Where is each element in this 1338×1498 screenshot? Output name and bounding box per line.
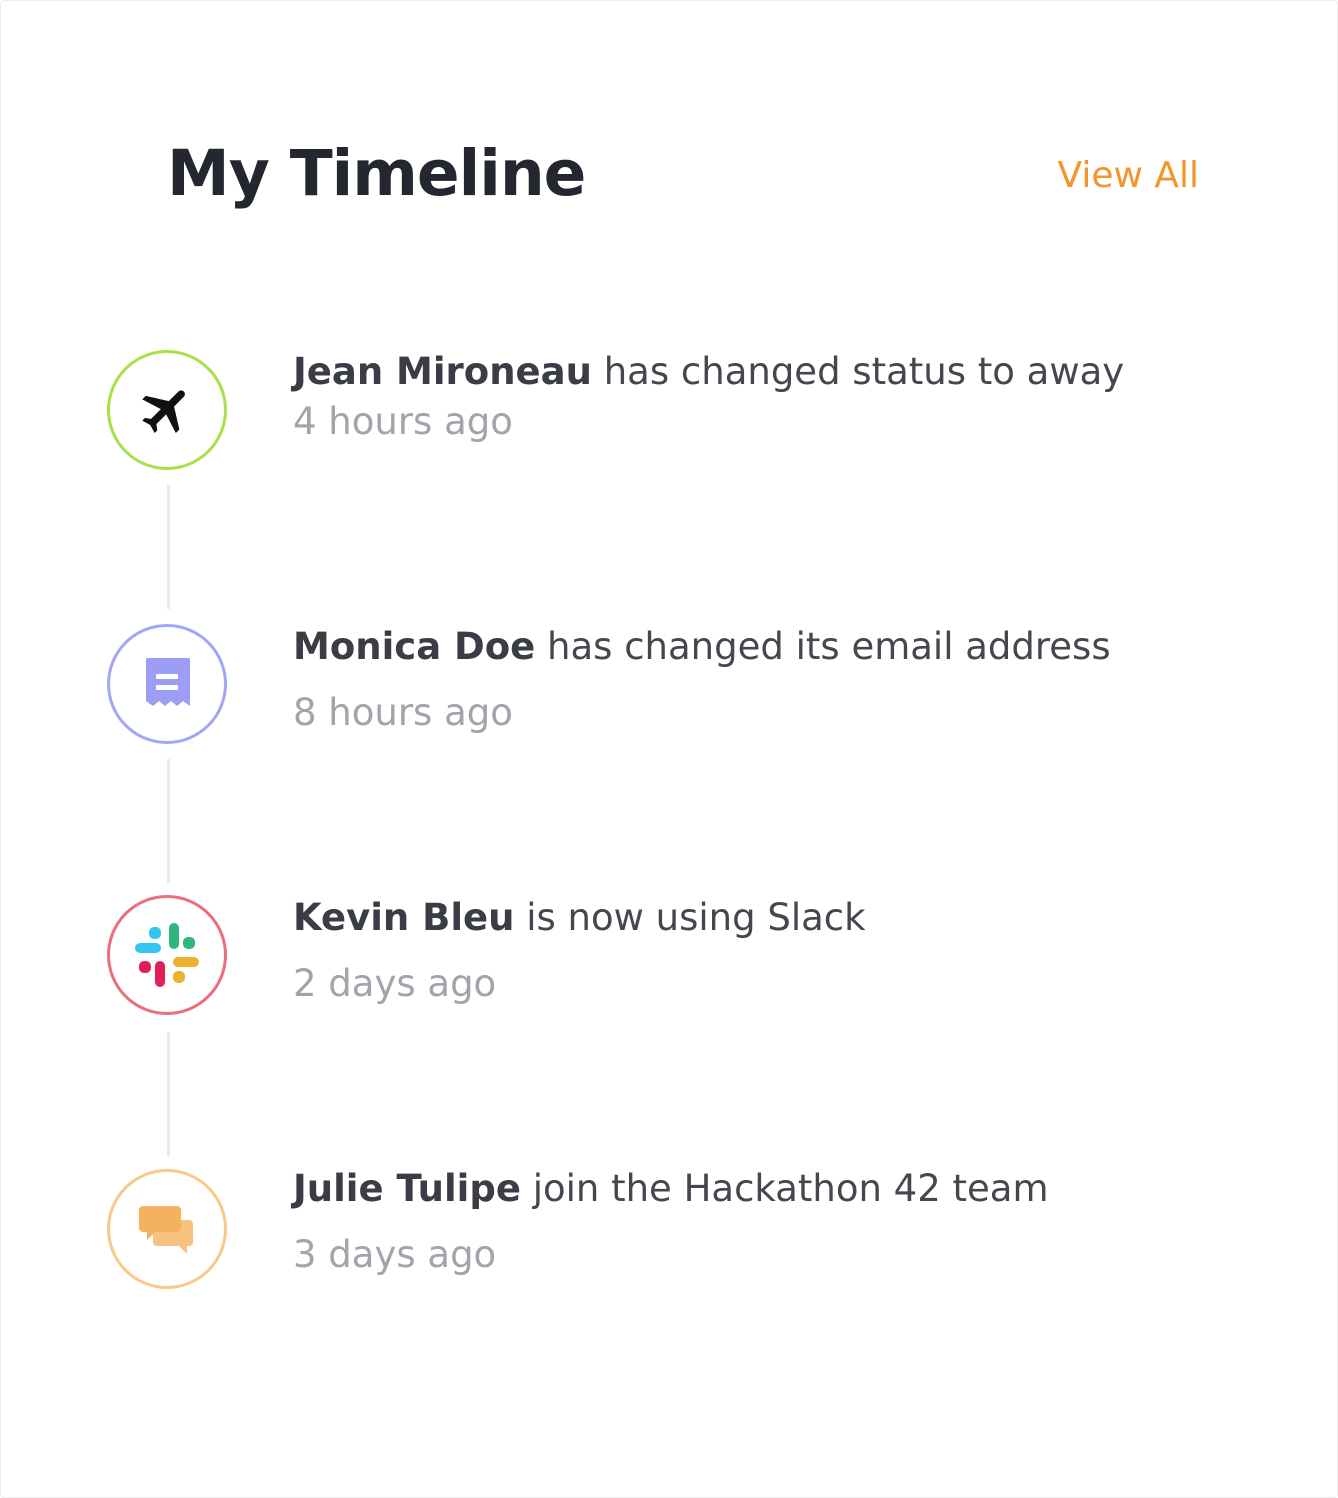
entry-time: 2 days ago	[293, 962, 497, 1005]
entry-action: has changed status to away	[603, 350, 1125, 393]
timeline-icon-ring	[107, 895, 227, 1015]
entry-action: join the Hackathon 42 team	[532, 1167, 1049, 1210]
user-name[interactable]: Monica Doe	[293, 625, 535, 668]
timeline-entry-line: Monica Doe has changed its email address	[293, 622, 1111, 672]
receipt-icon	[142, 656, 192, 712]
timeline-icon-ring	[107, 350, 227, 470]
user-name[interactable]: Kevin Bleu	[293, 896, 514, 939]
timeline-entry-line: Kevin Bleu is now using Slack	[293, 893, 866, 943]
timeline-connector	[167, 1032, 170, 1156]
timeline-icon-ring	[107, 1169, 227, 1289]
timeline-entry: Monica Doe has changed its email address…	[293, 622, 1111, 738]
entry-action: is now using Slack	[526, 896, 866, 939]
timeline-entry-line: Julie Tulipe join the Hackathon 42 team	[293, 1164, 1049, 1214]
entry-time: 8 hours ago	[293, 691, 513, 734]
entry-time: 4 hours ago	[293, 400, 513, 443]
user-name[interactable]: Jean Mironeau	[293, 350, 592, 393]
chat-bubbles-icon	[137, 1202, 197, 1256]
timeline-card: My Timeline View All Jean Mironeau has c…	[0, 0, 1338, 1498]
timeline-entry: Jean Mironeau has changed status to away…	[293, 347, 1124, 447]
timeline-connector	[167, 485, 170, 609]
user-name[interactable]: Julie Tulipe	[293, 1167, 521, 1210]
timeline-icon-ring	[107, 624, 227, 744]
timeline-entry: Kevin Bleu is now using Slack 2 days ago	[293, 893, 866, 1009]
airplane-icon	[137, 380, 197, 440]
entry-time: 3 days ago	[293, 1233, 497, 1276]
view-all-link[interactable]: View All	[1057, 151, 1199, 201]
entry-action: has changed its email address	[547, 625, 1111, 668]
timeline-entry-line: Jean Mironeau has changed status to away	[293, 347, 1124, 397]
slack-icon	[129, 917, 205, 993]
card-title: My Timeline	[167, 137, 586, 210]
timeline-entry: Julie Tulipe join the Hackathon 42 team …	[293, 1164, 1049, 1280]
timeline-connector	[167, 759, 170, 883]
